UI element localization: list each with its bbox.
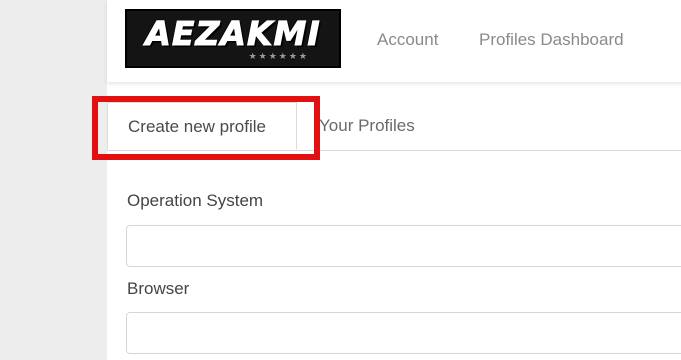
operation-system-input[interactable] bbox=[126, 225, 681, 267]
operation-system-label: Operation System bbox=[127, 191, 264, 210]
nav-profiles-dashboard-link[interactable]: Profiles Dashboard bbox=[479, 30, 624, 50]
red-highlight-annotation bbox=[92, 96, 320, 160]
browser-label: Browser bbox=[127, 279, 190, 298]
top-navbar: AEZAKMI ★★★★★★ Account Profiles Dashboar… bbox=[107, 0, 681, 82]
browser-input[interactable] bbox=[126, 312, 681, 354]
logo-text: AEZAKMI bbox=[145, 13, 321, 53]
logo-stars-icon: ★★★★★★ bbox=[248, 50, 309, 61]
page: AEZAKMI ★★★★★★ Account Profiles Dashboar… bbox=[0, 0, 681, 360]
nav-account-link[interactable]: Account bbox=[377, 30, 438, 50]
aezakmi-logo[interactable]: AEZAKMI ★★★★★★ bbox=[125, 9, 341, 68]
tab-your-profiles[interactable]: Your Profiles bbox=[319, 102, 415, 150]
